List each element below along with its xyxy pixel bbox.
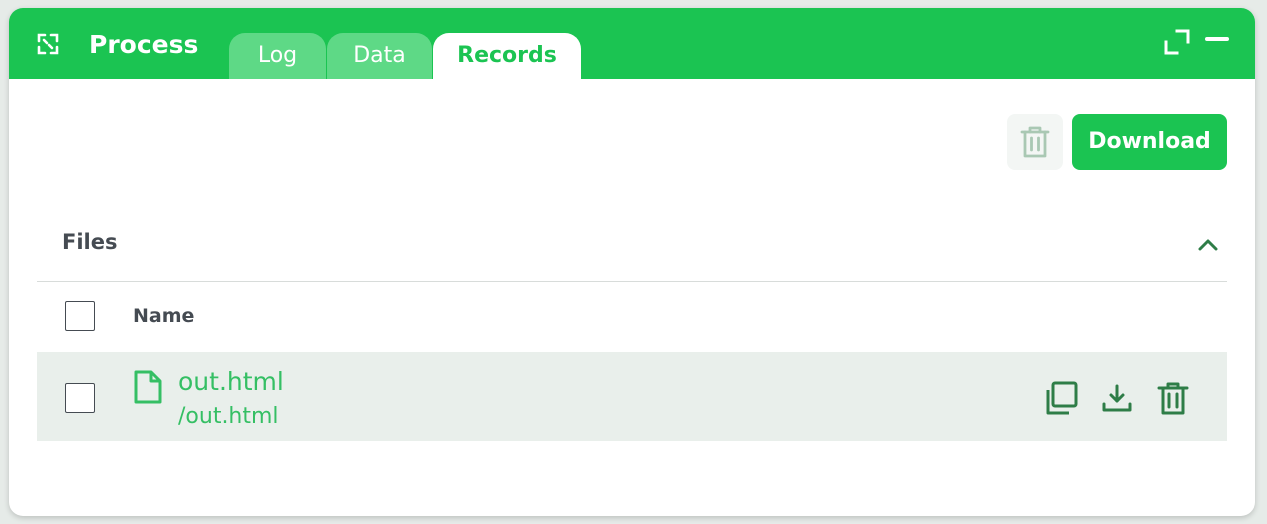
file-name-link[interactable]: out.html — [178, 366, 284, 398]
tab-log[interactable]: Log — [229, 33, 326, 79]
download-button[interactable]: Download — [1072, 114, 1227, 170]
tab-records[interactable]: Records — [433, 33, 581, 79]
copy-icon[interactable] — [1043, 380, 1079, 416]
process-icon — [37, 33, 59, 55]
table-row: out.html /out.html — [37, 352, 1227, 441]
minimize-icon[interactable] — [1203, 28, 1231, 56]
panel-title: Process — [89, 30, 199, 59]
column-header-name: Name — [133, 305, 195, 327]
download-icon[interactable] — [1099, 380, 1135, 416]
panel-header: Process Log Data Records — [9, 8, 1255, 79]
trash-icon — [1020, 126, 1050, 158]
section-divider — [37, 281, 1227, 282]
expand-icon[interactable] — [1163, 28, 1191, 56]
chevron-up-icon[interactable] — [1195, 234, 1221, 256]
delete-all-button[interactable] — [1007, 114, 1063, 170]
select-all-checkbox[interactable] — [65, 301, 95, 331]
file-icon — [134, 370, 162, 404]
trash-icon[interactable] — [1155, 380, 1191, 416]
row-checkbox[interactable] — [65, 383, 95, 413]
file-path: /out.html — [178, 404, 279, 429]
files-section-title: Files — [62, 230, 118, 254]
tab-data[interactable]: Data — [327, 33, 432, 79]
process-panel: Process Log Data Records Download Files — [9, 8, 1255, 516]
